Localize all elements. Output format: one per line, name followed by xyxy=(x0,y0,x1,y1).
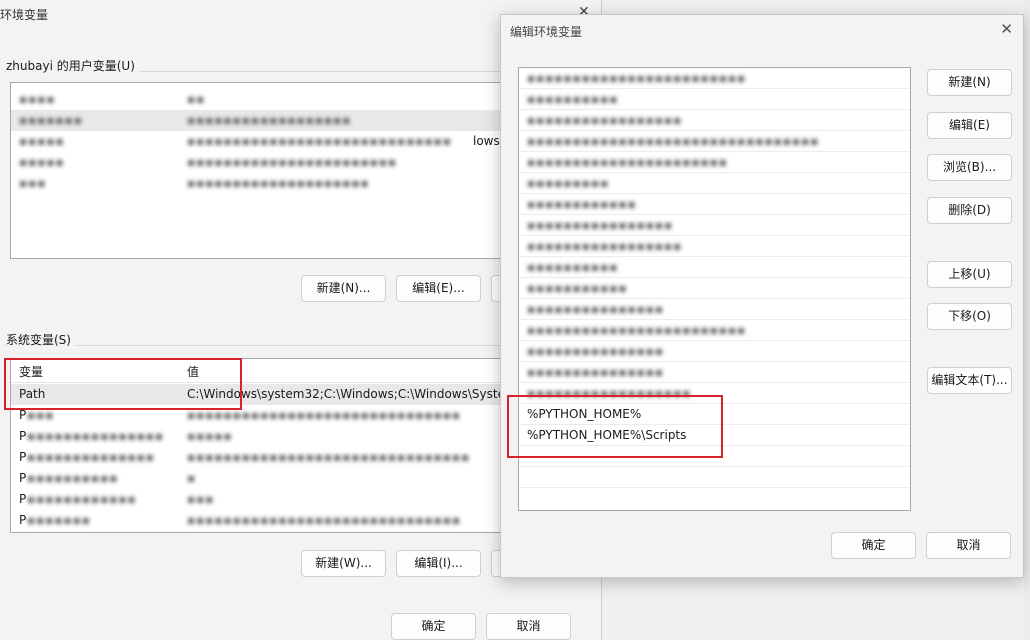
table-row[interactable]: ▪▪▪ ▪▪▪▪▪▪▪▪▪▪▪▪▪▪▪▪▪▪▪▪ xyxy=(11,173,509,194)
row-name: ▪▪▪▪▪▪▪ xyxy=(19,113,83,127)
list-item[interactable]: ▪▪▪▪▪▪▪▪▪▪▪▪ xyxy=(519,194,910,215)
edit-button[interactable]: 编辑(E) xyxy=(927,112,1012,139)
browse-button[interactable]: 浏览(B)... xyxy=(927,154,1012,181)
ok-button[interactable]: 确定 xyxy=(831,532,916,559)
entry-text: ▪▪▪▪▪▪▪▪▪▪▪▪▪▪▪ xyxy=(527,344,664,358)
row-name: ▪▪▪ xyxy=(19,176,47,190)
entry-text: ▪▪▪▪▪▪▪▪▪▪▪▪▪▪▪▪ xyxy=(527,218,674,232)
row-value: ▪▪ xyxy=(187,92,206,106)
row-name-blurred: ▪▪▪▪▪▪▪▪▪▪▪▪▪▪ xyxy=(27,450,155,464)
row-name-blurred: ▪▪▪▪▪▪▪▪▪▪ xyxy=(27,471,119,485)
edit-text-button[interactable]: 编辑文本(T)... xyxy=(927,367,1012,394)
list-item[interactable]: ▪▪▪▪▪▪▪▪▪▪▪▪▪▪▪▪▪ xyxy=(519,236,910,257)
list-item[interactable]: ▪▪▪▪▪▪▪▪▪▪▪▪▪▪▪ xyxy=(519,299,910,320)
row-name: ▪▪▪▪ xyxy=(19,92,56,106)
user-edit-button[interactable]: 编辑(E)... xyxy=(396,275,481,302)
row-name: P xyxy=(19,492,27,506)
system-edit-button[interactable]: 编辑(I)... xyxy=(396,550,481,577)
system-new-button[interactable]: 新建(W)... xyxy=(301,550,386,577)
row-name: P xyxy=(19,408,27,422)
table-row[interactable]: P ▪▪▪▪▪▪▪▪▪▪▪▪ ▪▪▪ xyxy=(11,489,509,510)
table-row[interactable]: ▪▪▪▪▪▪▪ ▪▪▪▪▪▪▪▪▪▪▪▪▪▪▪▪▪▪ xyxy=(11,110,509,131)
list-item[interactable]: ▪▪▪▪▪▪▪▪▪▪ xyxy=(519,257,910,278)
system-vars-group-label: 系统变量(S) xyxy=(6,331,75,348)
entry-text: ▪▪▪▪▪▪▪▪▪▪▪▪▪▪▪ xyxy=(527,302,664,316)
list-item[interactable]: ▪▪▪▪▪▪▪▪▪▪▪▪▪▪▪▪▪ xyxy=(519,110,910,131)
row-value: ▪▪▪▪▪▪▪▪▪▪▪▪▪▪▪▪▪▪▪▪▪▪▪ xyxy=(187,155,398,169)
table-row[interactable]: ▪▪▪▪▪ ▪▪▪▪▪▪▪▪▪▪▪▪▪▪▪▪▪▪▪▪▪▪▪ xyxy=(11,152,509,173)
row-name: P xyxy=(19,513,27,527)
row-name-blurred: ▪▪▪▪▪▪▪▪▪▪▪▪ xyxy=(27,492,137,506)
table-row[interactable]: P ▪▪▪▪▪▪▪ ▪▪▪▪▪▪▪▪▪▪▪▪▪▪▪▪▪▪▪▪▪▪▪▪▪▪▪▪▪▪ xyxy=(11,510,509,531)
entry-text: ▪▪▪▪▪▪▪▪▪▪▪▪▪▪▪▪▪ xyxy=(527,113,683,127)
row-name: ▪▪▪▪▪ xyxy=(19,155,65,169)
dialog-title: 编辑环境变量 xyxy=(510,25,583,39)
row-name-blurred: ▪▪▪▪▪▪▪▪▪▪▪▪▪▪▪ xyxy=(27,429,164,443)
entry-text: ▪▪▪▪▪▪▪▪▪▪▪▪▪▪▪▪▪▪▪▪▪▪ xyxy=(527,155,728,169)
row-name: P xyxy=(19,450,27,464)
row-value: ▪▪▪▪▪ xyxy=(187,429,233,443)
entry-text: ▪▪▪▪▪▪▪▪▪▪▪ xyxy=(527,281,628,295)
list-item[interactable]: ▪▪▪▪▪▪▪▪▪▪▪▪▪▪▪▪ xyxy=(519,215,910,236)
list-item[interactable]: ▪▪▪▪▪▪▪▪▪▪▪▪▪▪▪▪▪▪▪▪▪▪▪▪ xyxy=(519,320,910,341)
entry-text: ▪▪▪▪▪▪▪▪▪▪ xyxy=(527,92,619,106)
row-value: ▪▪▪▪▪▪▪▪▪▪▪▪▪▪▪▪▪▪▪▪▪▪▪▪▪▪▪▪▪▪ xyxy=(187,408,461,422)
window-edge xyxy=(1024,0,1030,640)
row-name: P xyxy=(19,471,27,485)
close-icon[interactable]: ✕ xyxy=(1000,20,1013,38)
list-item[interactable]: ▪▪▪▪▪▪▪▪▪▪▪ xyxy=(519,278,910,299)
entry-text: ▪▪▪▪▪▪▪▪▪▪▪▪▪▪▪▪▪▪▪▪▪▪▪▪▪▪▪▪▪▪▪▪ xyxy=(527,134,820,148)
move-down-button[interactable]: 下移(O) xyxy=(927,303,1012,330)
row-name: ▪▪▪▪▪ xyxy=(19,134,65,148)
delete-button[interactable]: 删除(D) xyxy=(927,197,1012,224)
row-name-blurred: ▪▪▪ xyxy=(27,408,55,422)
row-value: ▪▪▪▪▪▪▪▪▪▪▪▪▪▪▪▪▪▪▪▪▪▪▪▪▪▪▪▪▪ xyxy=(187,134,452,148)
row-value: ▪▪▪▪▪▪▪▪▪▪▪▪▪▪▪▪▪▪▪▪▪▪▪▪▪▪▪▪▪▪ xyxy=(187,513,461,527)
table-row[interactable]: ▪▪▪▪ ▪▪ xyxy=(11,89,509,110)
move-up-button[interactable]: 上移(U) xyxy=(927,261,1012,288)
list-item[interactable] xyxy=(519,467,910,488)
row-name: P xyxy=(19,429,27,443)
list-item[interactable]: ▪▪▪▪▪▪▪▪▪ xyxy=(519,173,910,194)
list-item[interactable]: ▪▪▪▪▪▪▪▪▪▪▪▪▪▪▪▪▪▪▪▪▪▪ xyxy=(519,152,910,173)
entry-text: ▪▪▪▪▪▪▪▪▪▪▪▪▪▪▪▪▪▪▪▪▪▪▪▪ xyxy=(527,71,747,85)
cancel-button[interactable]: 取消 xyxy=(486,613,571,640)
list-item[interactable]: ▪▪▪▪▪▪▪▪▪▪ xyxy=(519,89,910,110)
row-value: ▪ xyxy=(187,471,197,485)
highlight-box-python-entries xyxy=(507,395,723,458)
table-row[interactable]: ▪▪▪▪▪ ▪▪▪▪▪▪▪▪▪▪▪▪▪▪▪▪▪▪▪▪▪▪▪▪▪▪▪▪▪ lows… xyxy=(11,131,509,152)
entry-text: ▪▪▪▪▪▪▪▪▪▪▪▪▪▪▪▪▪▪▪▪▪▪▪▪ xyxy=(527,323,747,337)
list-item[interactable]: ▪▪▪▪▪▪▪▪▪▪▪▪▪▪▪▪▪▪▪▪▪▪▪▪ xyxy=(519,68,910,89)
row-value: ▪▪▪▪▪▪▪▪▪▪▪▪▪▪▪▪▪▪▪▪ xyxy=(187,176,370,190)
list-item[interactable]: ▪▪▪▪▪▪▪▪▪▪▪▪▪▪▪▪▪▪▪▪▪▪▪▪▪▪▪▪▪▪▪▪ xyxy=(519,131,910,152)
user-vars-group-label: zhubayi 的用户变量(U) xyxy=(6,57,139,74)
new-button[interactable]: 新建(N) xyxy=(927,69,1012,96)
table-row[interactable]: P ▪▪▪▪▪▪▪▪▪▪▪▪▪▪▪ ▪▪▪▪▪ xyxy=(11,426,509,447)
ok-button[interactable]: 确定 xyxy=(391,613,476,640)
edit-env-var-dialog: 编辑环境变量 ✕ ▪▪▪▪▪▪▪▪▪▪▪▪▪▪▪▪▪▪▪▪▪▪▪▪ ▪▪▪▪▪▪… xyxy=(500,14,1024,578)
list-item[interactable]: ▪▪▪▪▪▪▪▪▪▪▪▪▪▪▪ xyxy=(519,341,910,362)
row-value: ▪▪▪▪▪▪▪▪▪▪▪▪▪▪▪▪▪▪ xyxy=(187,113,352,127)
cancel-button[interactable]: 取消 xyxy=(926,532,1011,559)
table-row[interactable]: P ▪▪▪▪▪▪▪▪▪▪ ▪ xyxy=(11,468,509,489)
entry-text: ▪▪▪▪▪▪▪▪▪▪ xyxy=(527,260,619,274)
row-value: ▪▪▪ xyxy=(187,492,215,506)
user-new-button[interactable]: 新建(N)... xyxy=(301,275,386,302)
window-title: 环境变量 xyxy=(0,8,49,22)
user-vars-list[interactable]: ▪▪▪▪ ▪▪ ▪▪▪▪▪▪▪ ▪▪▪▪▪▪▪▪▪▪▪▪▪▪▪▪▪▪ ▪▪▪▪▪… xyxy=(10,82,510,259)
table-row[interactable]: P ▪▪▪▪▪▪▪▪▪▪▪▪▪▪ ▪▪▪▪▪▪▪▪▪▪▪▪▪▪▪▪▪▪▪▪▪▪▪… xyxy=(11,447,509,468)
entry-text: ▪▪▪▪▪▪▪▪▪▪▪▪▪▪▪ xyxy=(527,365,664,379)
row-value: ▪▪▪▪▪▪▪▪▪▪▪▪▪▪▪▪▪▪▪▪▪▪▪▪▪▪▪▪▪▪▪ xyxy=(187,450,471,464)
row-name-blurred: ▪▪▪▪▪▪▪ xyxy=(27,513,91,527)
entry-text: ▪▪▪▪▪▪▪▪▪▪▪▪▪▪▪▪▪ xyxy=(527,239,683,253)
list-item[interactable]: ▪▪▪▪▪▪▪▪▪▪▪▪▪▪▪ xyxy=(519,362,910,383)
highlight-box-path-row xyxy=(4,358,242,410)
entry-text: ▪▪▪▪▪▪▪▪▪ xyxy=(527,176,610,190)
entry-text: ▪▪▪▪▪▪▪▪▪▪▪▪ xyxy=(527,197,637,211)
